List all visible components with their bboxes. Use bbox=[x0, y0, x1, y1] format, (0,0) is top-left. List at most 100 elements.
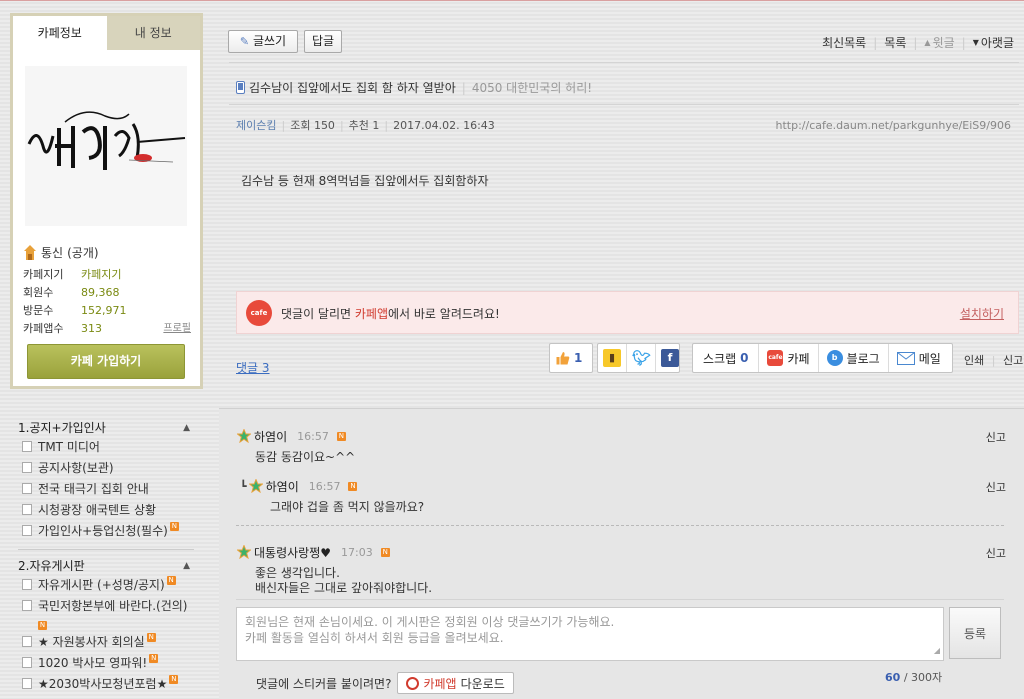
comment-item: 대통령사랑쩡♥ 17:03 N 좋은 생각입니다. 배신자들은 그대로 갚아줘야… bbox=[237, 544, 432, 596]
scrap-button[interactable]: 스크랩 0 bbox=[693, 344, 760, 372]
download-app-button[interactable]: 카페앱 다운로드 bbox=[397, 672, 514, 694]
cafe-share-icon: cafe bbox=[767, 350, 784, 366]
divider bbox=[229, 62, 1019, 63]
write-button[interactable]: ✎ 글쓰기 bbox=[228, 30, 298, 53]
report-link[interactable]: 신고 bbox=[1003, 354, 1023, 367]
comment-divider bbox=[236, 599, 1004, 600]
menu-item[interactable]: ★ 자원봉사자 회의실 N bbox=[18, 633, 198, 654]
menu-item[interactable]: 1020 박사모 영파워! N bbox=[18, 654, 198, 675]
stat-value[interactable]: 카페지기 bbox=[81, 266, 191, 284]
new-badge-icon: N bbox=[380, 547, 390, 557]
prev-post-link[interactable]: 윗글 bbox=[933, 34, 955, 51]
board-doc-icon bbox=[22, 504, 32, 515]
collapse-arrow-icon[interactable]: ▲ bbox=[183, 418, 190, 438]
collapse-arrow-icon[interactable]: ▲ bbox=[183, 556, 190, 576]
board-doc-icon bbox=[22, 462, 32, 473]
post-date: 2017.04.02. 16:43 bbox=[393, 118, 495, 132]
comment-placeholder-line: 회원님은 현재 손님이세요. 이 게시판은 정회원 이상 댓글쓰기가 가능해요. bbox=[245, 615, 615, 629]
post-navigation: 최신목록 | 목록 | ▲ 윗글 | ▼ 아랫글 bbox=[822, 34, 1014, 51]
menu-section-free-board[interactable]: 2.자유게시판 ▲ bbox=[18, 556, 198, 576]
thumbs-up-icon bbox=[556, 352, 570, 365]
mail-icon bbox=[896, 351, 915, 365]
install-app-link[interactable]: 설치하기 bbox=[960, 305, 1004, 322]
profile-link[interactable]: 프로필 bbox=[163, 320, 191, 338]
pencil-icon: ✎ bbox=[239, 35, 250, 48]
stat-key: 회원수 bbox=[23, 286, 54, 299]
post-url[interactable]: http://cafe.daum.net/parkgunhye/EiS9/906 bbox=[776, 119, 1011, 132]
menu-item[interactable]: ★2030박사모청년포럼★ N bbox=[18, 675, 198, 696]
tab-my-info[interactable]: 내 정보 bbox=[106, 16, 200, 50]
join-cafe-button[interactable]: 카페 가입하기 bbox=[27, 344, 185, 379]
facebook-share[interactable]: f bbox=[656, 344, 684, 372]
menu-item[interactable]: 공지사항(보관) bbox=[18, 459, 198, 480]
latest-list-link[interactable]: 최신목록 bbox=[822, 34, 866, 51]
member-grade-icon bbox=[248, 479, 263, 493]
kakaostory-icon: ▮ bbox=[603, 349, 621, 367]
post-content: 김수남 등 현재 8역먹넘들 집앞에서두 집회함하자 bbox=[241, 174, 489, 188]
author-link[interactable]: 제이슨킴 bbox=[236, 117, 276, 133]
char-count-max: / 300자 bbox=[903, 671, 943, 684]
comments-count-link[interactable]: 댓글 3 bbox=[236, 359, 270, 376]
reply-button[interactable]: 답글 bbox=[304, 30, 342, 53]
menu-item[interactable]: 가입인사+등업신청(필수) N bbox=[18, 522, 198, 543]
promo-text: 댓글이 달리면 카페앱에서 바로 알려드려요! bbox=[281, 307, 500, 321]
kakao-share[interactable]: ▮ bbox=[598, 344, 627, 372]
member-level-suffix: (공개) bbox=[67, 246, 99, 260]
comment-author[interactable]: 대통령사랑쩡♥ bbox=[254, 544, 331, 561]
twitter-icon: 🐦︎ bbox=[632, 349, 652, 367]
reply-indicator-icon: ┗ bbox=[240, 479, 247, 493]
register-comment-button[interactable]: 등록 bbox=[949, 607, 1001, 659]
menu-item[interactable]: 전국 태극기 집회 안내 bbox=[18, 480, 198, 501]
board-doc-icon bbox=[22, 579, 32, 590]
scrap-share-group: 스크랩 0 cafe 카페 b 블로그 메일 bbox=[692, 343, 953, 373]
next-post-link[interactable]: 아랫글 bbox=[981, 34, 1014, 51]
board-doc-icon bbox=[22, 678, 32, 689]
mail-share-button[interactable]: 메일 bbox=[889, 344, 949, 372]
menu-divider bbox=[18, 549, 194, 550]
comment-time: 16:57 bbox=[308, 479, 341, 493]
stat-value: 313 bbox=[81, 322, 102, 335]
post-title-row: 김수남이 집앞에서도 집회 함 하자 열받아 | 4050 대한민국의 허리! bbox=[236, 79, 592, 96]
post-title: 김수남이 집앞에서도 집회 함 하자 열받아 bbox=[249, 81, 456, 95]
comment-author[interactable]: 하염이 bbox=[254, 428, 287, 445]
comment-author[interactable]: 하염이 bbox=[266, 478, 299, 495]
comment-placeholder-line: 카페 활동을 열심히 하셔서 회원 등급을 올려보세요. bbox=[245, 631, 504, 645]
like-button[interactable]: 1 bbox=[549, 343, 593, 373]
blog-share-button[interactable]: b 블로그 bbox=[819, 344, 889, 372]
menu-item-label: ★ 자원봉사자 회의실 bbox=[38, 635, 145, 649]
new-badge-icon: N bbox=[146, 633, 156, 642]
menu-item[interactable]: 시청광장 애국텐트 상황 bbox=[18, 501, 198, 522]
like-cell[interactable]: 1 bbox=[550, 344, 588, 372]
list-link[interactable]: 목록 bbox=[884, 34, 906, 51]
mobile-icon bbox=[236, 81, 245, 94]
member-grade-icon bbox=[237, 545, 251, 559]
board-doc-icon bbox=[22, 525, 32, 536]
tab-cafe-info[interactable]: 카페정보 bbox=[13, 16, 107, 50]
menu-section-notice[interactable]: 1.공지+가입인사 ▲ bbox=[18, 418, 198, 438]
cafe-app-icon: cafe bbox=[246, 300, 272, 326]
menu-item[interactable]: TMT 미디어 bbox=[18, 438, 198, 459]
twitter-share[interactable]: 🐦︎ bbox=[627, 344, 656, 372]
comment-report-link[interactable]: 신고 bbox=[986, 479, 1006, 495]
new-badge-icon: N bbox=[166, 576, 176, 585]
board-doc-icon bbox=[22, 636, 32, 647]
menu-item-label: 공지사항(보관) bbox=[38, 461, 114, 475]
menu-item[interactable]: 국민저항본부에 바란다.(건의) N bbox=[18, 597, 198, 633]
scrap-count: 0 bbox=[740, 351, 749, 365]
cafe-share-button[interactable]: cafe 카페 bbox=[759, 344, 819, 372]
mail-share-label: 메일 bbox=[918, 351, 941, 366]
board-name-link[interactable]: 4050 대한민국의 허리! bbox=[472, 79, 592, 96]
scrap-label: 스크랩 bbox=[703, 351, 737, 366]
comment-input[interactable]: 회원님은 현재 손님이세요. 이 게시판은 정회원 이상 댓글쓰기가 가능해요.… bbox=[236, 607, 944, 661]
stat-value: 89,368 bbox=[81, 286, 120, 299]
comment-time: 17:03 bbox=[341, 545, 373, 559]
cafe-logo bbox=[25, 66, 187, 226]
resize-handle-icon[interactable]: ◢ bbox=[934, 643, 940, 659]
menu-item[interactable]: 자유게시판 (+성명/공지) N bbox=[18, 576, 198, 597]
print-link[interactable]: 인쇄 bbox=[964, 354, 984, 367]
comment-report-link[interactable]: 신고 bbox=[986, 429, 1006, 445]
write-button-label: 글쓰기 bbox=[252, 34, 287, 48]
comment-report-link[interactable]: 신고 bbox=[986, 545, 1006, 561]
menu-item-label: 자유게시판 (+성명/공지) bbox=[38, 578, 165, 592]
comment-divider bbox=[236, 525, 1004, 526]
